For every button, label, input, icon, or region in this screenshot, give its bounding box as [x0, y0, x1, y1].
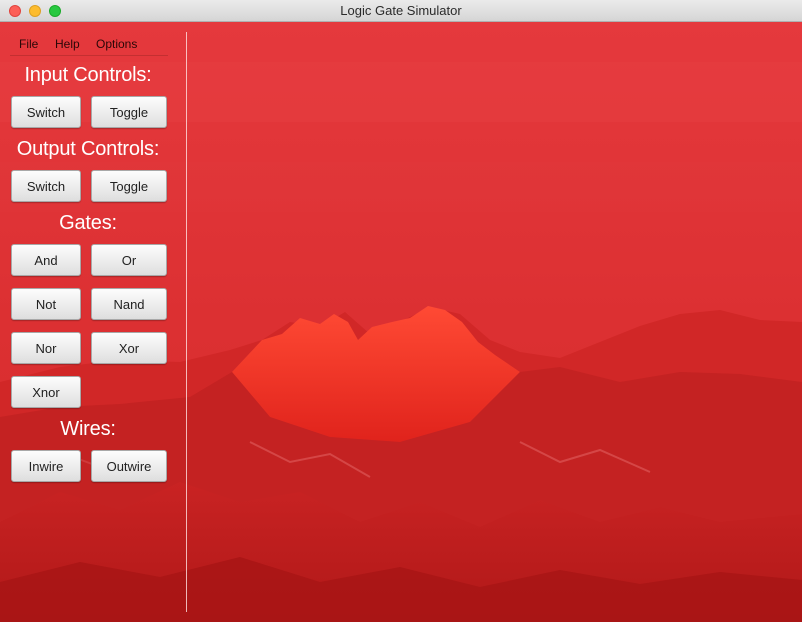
nand-gate-button[interactable]: Nand	[91, 288, 167, 320]
xor-gate-button[interactable]: Xor	[91, 332, 167, 364]
wires-heading: Wires:	[60, 418, 116, 440]
xnor-gate-button[interactable]: Xnor	[11, 376, 81, 408]
menu-bar: File Help Options	[10, 33, 168, 56]
menu-options[interactable]: Options	[96, 37, 137, 51]
output-switch-button[interactable]: Switch	[11, 170, 81, 202]
menu-help[interactable]: Help	[55, 37, 80, 51]
output-toggle-button[interactable]: Toggle	[91, 170, 167, 202]
input-controls-heading: Input Controls:	[24, 64, 152, 86]
window-title: Logic Gate Simulator	[340, 3, 462, 18]
menu-file[interactable]: File	[19, 37, 38, 51]
gates-heading: Gates:	[59, 212, 117, 234]
inwire-button[interactable]: Inwire	[11, 450, 81, 482]
nor-gate-button[interactable]: Nor	[11, 332, 81, 364]
output-controls-heading: Output Controls:	[16, 138, 160, 160]
not-gate-button[interactable]: Not	[11, 288, 81, 320]
panel-divider	[186, 32, 187, 612]
window-title-bar[interactable]: Logic Gate Simulator	[0, 0, 802, 22]
input-switch-button[interactable]: Switch	[11, 96, 81, 128]
outwire-button[interactable]: Outwire	[91, 450, 167, 482]
input-toggle-button[interactable]: Toggle	[91, 96, 167, 128]
and-gate-button[interactable]: And	[11, 244, 81, 276]
or-gate-button[interactable]: Or	[91, 244, 167, 276]
